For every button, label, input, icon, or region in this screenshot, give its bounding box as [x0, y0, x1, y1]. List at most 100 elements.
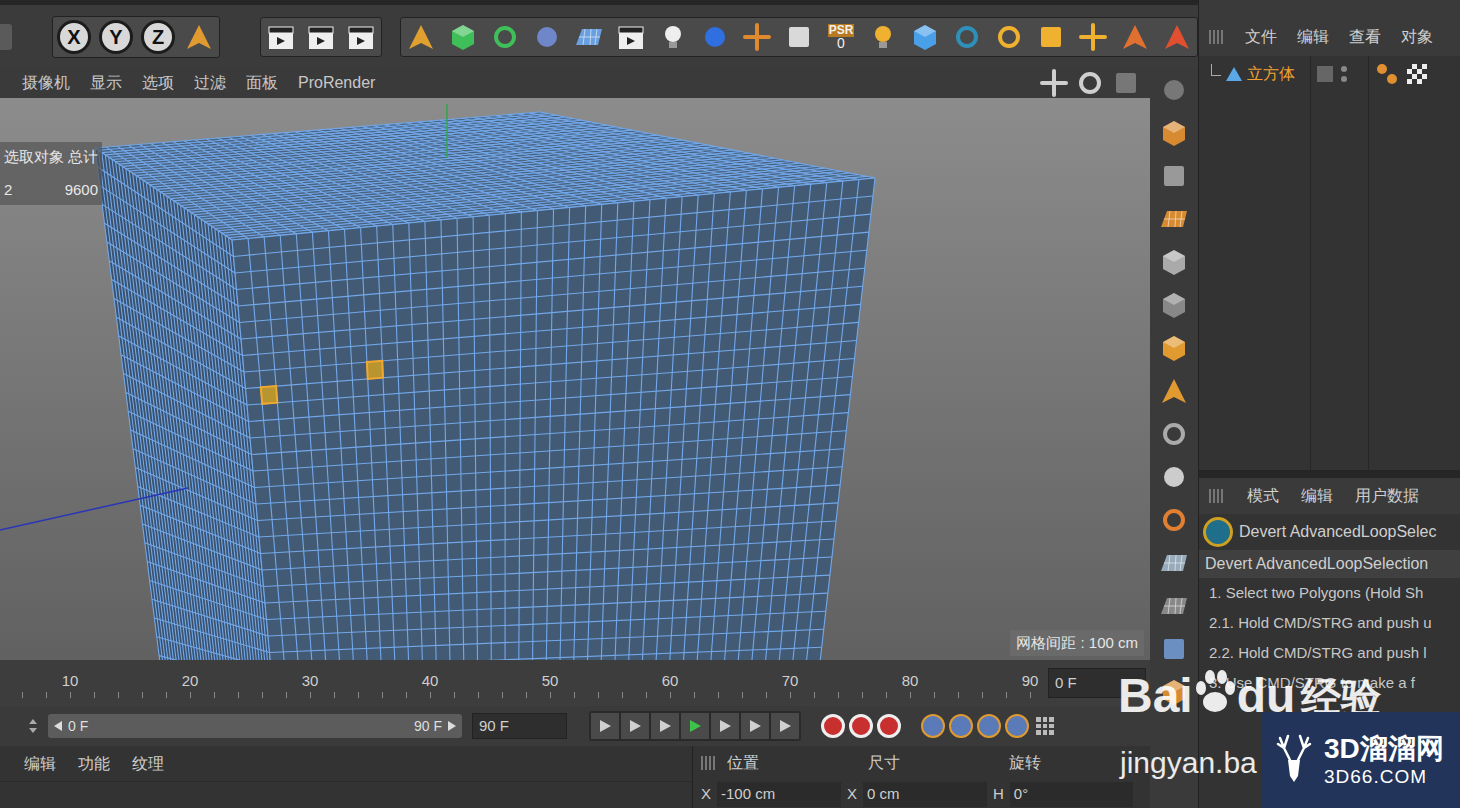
- workplane-icon[interactable]: [1158, 203, 1190, 235]
- viewport-menu-item[interactable]: 面板: [246, 71, 278, 95]
- solo-icon[interactable]: [1158, 461, 1190, 493]
- object-menu-item[interactable]: 编辑: [1297, 25, 1329, 49]
- attribute-menu-item[interactable]: 用户数据: [1355, 484, 1419, 508]
- timeline-ruler[interactable]: 102030405060708090: [0, 660, 1048, 706]
- texture-mode-icon[interactable]: [1158, 160, 1190, 192]
- next-frame-button[interactable]: [711, 713, 739, 739]
- object-menu-item[interactable]: 文件: [1245, 25, 1277, 49]
- camera-icon[interactable]: [615, 21, 647, 53]
- selected-polygon[interactable]: [261, 386, 278, 404]
- point-mode-icon[interactable]: [1158, 246, 1190, 278]
- render-view-icon[interactable]: [265, 21, 297, 53]
- object-menu-item[interactable]: 对象: [1401, 25, 1433, 49]
- move-key-icon[interactable]: [921, 714, 945, 738]
- timeline-tick: 10: [62, 670, 79, 693]
- render-group: [260, 17, 382, 57]
- start-frame-spinner[interactable]: [28, 715, 38, 737]
- snap-icon[interactable]: [741, 21, 773, 53]
- transform-icon[interactable]: [1161, 21, 1193, 53]
- edge-mode-icon[interactable]: [1158, 289, 1190, 321]
- maximize-icon[interactable]: [1110, 67, 1142, 99]
- render-picture-icon[interactable]: [305, 21, 337, 53]
- deformer-icon[interactable]: [531, 21, 563, 53]
- dope-sheet-icon[interactable]: [1033, 714, 1057, 738]
- axis-light-icon[interactable]: [867, 21, 899, 53]
- grip-icon[interactable]: [1209, 30, 1225, 44]
- prev-frame-button[interactable]: [651, 713, 679, 739]
- rotate-icon[interactable]: [993, 21, 1025, 53]
- attribute-menu-item[interactable]: 编辑: [1301, 484, 1333, 508]
- timeline-tick: 20: [182, 670, 199, 693]
- viewport-menu-item[interactable]: 选项: [142, 71, 174, 95]
- material-menu-item[interactable]: 纹理: [132, 752, 164, 776]
- timeline: 1020304050607080900 F: [0, 660, 1150, 706]
- scale-icon[interactable]: [1035, 21, 1067, 53]
- tweak-icon[interactable]: [1158, 418, 1190, 450]
- blue-cube-icon[interactable]: [909, 21, 941, 53]
- viewport-menu-item[interactable]: 显示: [90, 71, 122, 95]
- instruction-line: 2.1. Hold CMD/STRG and push u: [1199, 608, 1460, 638]
- undo-icon[interactable]: [0, 24, 12, 50]
- layout-icon[interactable]: [1158, 633, 1190, 665]
- psr-button[interactable]: PSR0: [825, 24, 857, 50]
- visibility-dots-icon[interactable]: [1341, 66, 1347, 82]
- cube-mesh[interactable]: [0, 98, 1150, 660]
- frame-icon[interactable]: [783, 21, 815, 53]
- model-mode-icon[interactable]: [1158, 117, 1190, 149]
- pen-tool-icon[interactable]: [405, 21, 437, 53]
- bottom-panels: 编辑功能纹理位置尺寸旋转X-100 cmX0 cmH0°: [0, 746, 1150, 808]
- axis-lock-button[interactable]: X: [57, 20, 91, 54]
- light-icon[interactable]: [657, 21, 689, 53]
- floor-icon[interactable]: [573, 21, 605, 53]
- next-key-button[interactable]: [741, 713, 769, 739]
- selected-polygon[interactable]: [367, 361, 383, 379]
- coordinate-field[interactable]: X0 cm: [847, 782, 987, 807]
- axis-lock-button[interactable]: Z: [141, 20, 175, 54]
- lock-grid-icon[interactable]: [1158, 547, 1190, 579]
- to-start-button[interactable]: [591, 713, 619, 739]
- uvw-tag-icon[interactable]: [1407, 64, 1427, 84]
- prev-key-button[interactable]: [621, 713, 649, 739]
- rotate-key-icon[interactable]: [977, 714, 1001, 738]
- green-cube-icon[interactable]: [447, 21, 479, 53]
- object-row[interactable]: 立方体: [1199, 60, 1310, 88]
- to-end-button[interactable]: [771, 713, 799, 739]
- generator-icon[interactable]: [489, 21, 521, 53]
- axis-lock-button[interactable]: Y: [99, 20, 133, 54]
- globe-icon[interactable]: [1158, 74, 1190, 106]
- select-cursor-icon[interactable]: [1119, 21, 1151, 53]
- play-button[interactable]: [681, 713, 709, 739]
- material-sphere-icon[interactable]: [699, 21, 731, 53]
- magnet-icon[interactable]: [1158, 504, 1190, 536]
- grid-sphere-icon[interactable]: [951, 21, 983, 53]
- param-key-icon[interactable]: [1005, 714, 1029, 738]
- pan-icon[interactable]: [1038, 67, 1070, 99]
- scale-key-icon[interactable]: [949, 714, 973, 738]
- move-icon[interactable]: [1077, 21, 1109, 53]
- viewport-menu-item[interactable]: ProRender: [298, 71, 375, 95]
- frame-range-slider[interactable]: 0 F90 F: [48, 714, 462, 738]
- coordinate-system-icon[interactable]: [183, 21, 215, 53]
- keyframe-help-icon[interactable]: [877, 714, 901, 738]
- layer-swatch-icon[interactable]: [1317, 66, 1333, 82]
- polygon-mode-icon[interactable]: [1158, 332, 1190, 364]
- axis-mode-icon[interactable]: [1158, 375, 1190, 407]
- grip-icon[interactable]: [1209, 489, 1225, 503]
- coordinate-field[interactable]: X-100 cm: [701, 782, 841, 807]
- material-menu-item[interactable]: 编辑: [24, 752, 56, 776]
- viewport-menu-item[interactable]: 过滤: [194, 71, 226, 95]
- grip-icon[interactable]: [701, 756, 715, 770]
- coordinate-field[interactable]: H0°: [993, 782, 1133, 807]
- grid-settings-icon[interactable]: [1158, 590, 1190, 622]
- viewport-menu-item[interactable]: 摄像机: [22, 71, 70, 95]
- phong-tag-icon[interactable]: [1377, 64, 1397, 84]
- auto-key-icon[interactable]: [849, 714, 873, 738]
- material-menu-item[interactable]: 功能: [78, 752, 110, 776]
- viewport[interactable]: 选取对象总计29600网格间距 : 100 cm: [0, 98, 1150, 660]
- record-icon[interactable]: [821, 714, 845, 738]
- attribute-menu-item[interactable]: 模式: [1247, 484, 1279, 508]
- render-settings-icon[interactable]: [345, 21, 377, 53]
- end-frame-field[interactable]: 90 F: [472, 713, 567, 739]
- orbit-icon[interactable]: [1074, 67, 1106, 99]
- object-menu-item[interactable]: 查看: [1349, 25, 1381, 49]
